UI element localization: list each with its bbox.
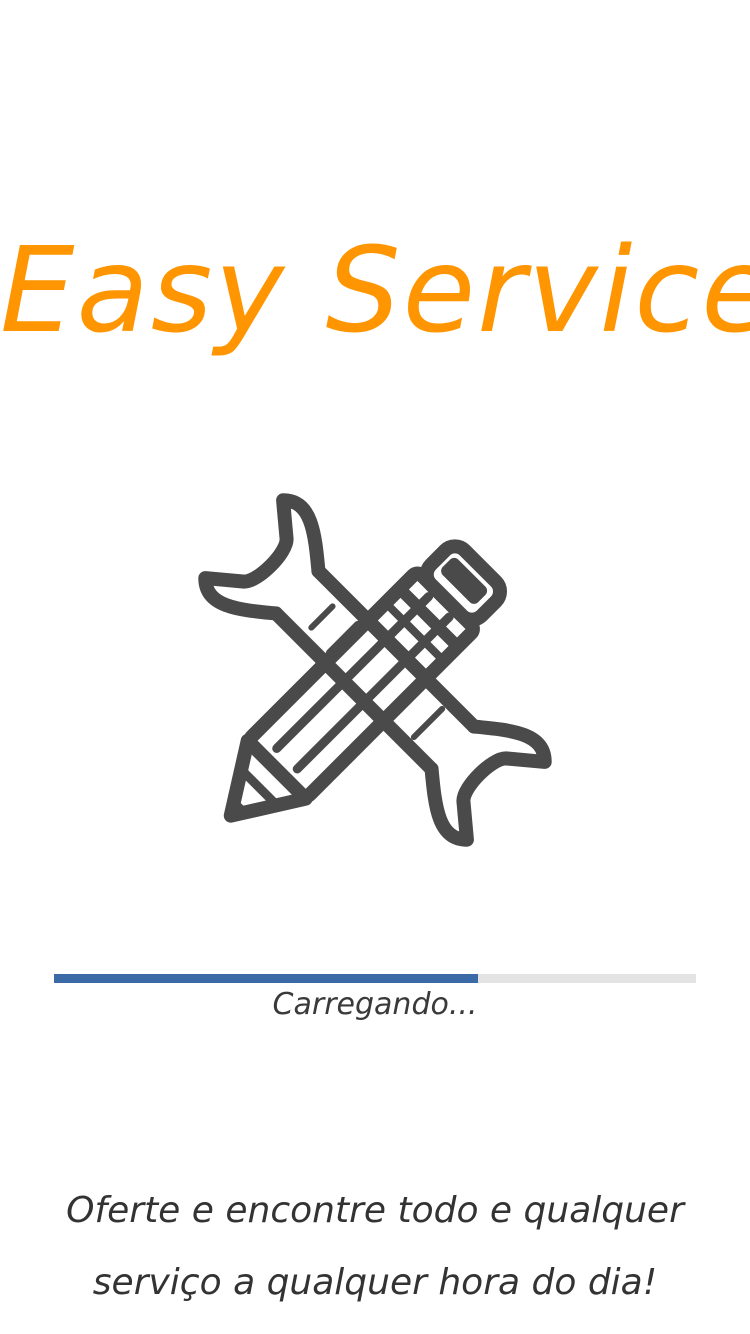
tagline: Oferte e encontre todo e qualquer serviç… <box>66 1190 684 1303</box>
loading-progress-bar <box>54 974 696 983</box>
loading-label: Carregando... <box>272 987 478 1022</box>
wrench-pencil-icon <box>150 445 600 895</box>
app-title: Easy Service <box>0 221 750 359</box>
loading-progress-fill <box>54 974 478 983</box>
